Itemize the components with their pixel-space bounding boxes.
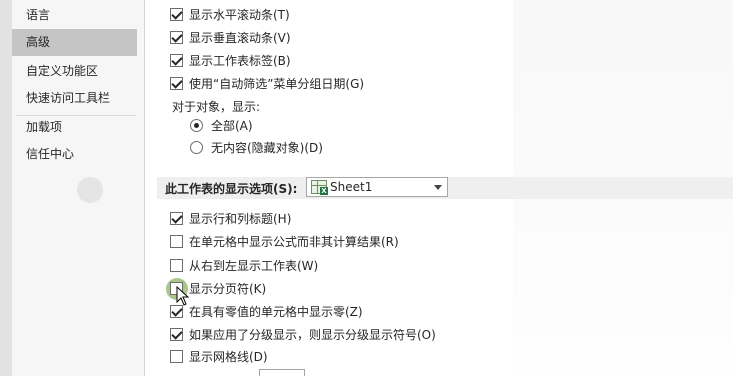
option-show-outline-symbols[interactable]: 如果应用了分级显示，则显示分级显示符号(O) [170,325,436,343]
option-label: 显示分页符(K) [189,281,267,296]
option-label: 从右到左显示工作表(W) [189,258,319,273]
option-label: 在具有零值的单元格中显示零(Z) [189,304,363,319]
radio-button[interactable] [190,118,203,132]
checkbox[interactable] [170,53,183,67]
sidebar-edge [0,0,12,376]
option-label: 使用“自动筛选”菜单分组日期(G) [189,76,365,91]
sidebar-item-customize-ribbon[interactable]: 自定义功能区 [12,58,137,85]
checkbox[interactable] [170,211,183,225]
excel-sheet-icon: X [311,180,328,195]
checkbox[interactable] [170,304,183,318]
checkbox[interactable] [170,327,183,341]
sheet-section-title: 此工作表的显示选项(S): [165,182,298,196]
radio-show-all[interactable]: 全部(A) [190,116,253,134]
background-watermark-icon [60,160,120,220]
sidebar-item-advanced[interactable]: 高级 [12,29,137,56]
option-show-formulas[interactable]: 在单元格中显示公式而非其计算结果(R) [170,232,399,250]
option-right-to-left[interactable]: 从右到左显示工作表(W) [170,256,318,274]
option-show-row-column-headers[interactable]: 显示行和列标题(H) [170,209,291,227]
objects-label: 对于对象，显示: [172,100,261,114]
sidebar-item-quick-access-toolbar[interactable]: 快速访问工具栏 [12,85,137,112]
option-show-gridlines[interactable]: 显示网格线(D) [170,347,268,365]
option-label: 显示水平滚动条(T) [189,7,290,22]
chevron-down-icon[interactable] [434,185,442,190]
sidebar-item-language[interactable]: 语言 [12,2,137,29]
selected-sheet-name: Sheet1 [330,180,373,194]
gridline-color-button[interactable] [259,369,305,376]
option-show-vertical-scrollbar[interactable]: 显示垂直滚动条(V) [170,28,291,46]
sheet-select-dropdown[interactable]: X Sheet1 [306,177,448,197]
radio-hide-objects[interactable]: 无内容(隐藏对象)(D) [190,138,323,156]
option-label: 显示网格线(D) [189,349,268,364]
option-label: 在单元格中显示公式而非其计算结果(R) [189,234,399,249]
sidebar-item-addins[interactable]: 加载项 [12,114,137,141]
option-label: 显示垂直滚动条(V) [189,30,291,45]
checkbox[interactable] [170,76,183,90]
options-sidebar: 语言 高级 自定义功能区 快速访问工具栏 加载项 信任中心 [0,0,145,376]
option-label: 显示行和列标题(H) [189,211,292,226]
radio-label: 全部(A) [211,118,253,133]
radio-label: 无内容(隐藏对象)(D) [211,140,323,155]
checkbox[interactable] [170,349,183,363]
checkbox[interactable] [170,7,183,21]
checkbox[interactable] [170,30,183,44]
option-show-horizontal-scrollbar[interactable]: 显示水平滚动条(T) [170,5,290,23]
radio-button[interactable] [190,140,203,154]
checkbox[interactable] [170,258,183,272]
option-label: 如果应用了分级显示，则显示分级显示符号(O) [189,327,436,342]
mouse-pointer-icon [176,286,190,306]
option-label: 显示工作表标签(B) [189,53,291,68]
option-show-sheet-tabs[interactable]: 显示工作表标签(B) [170,51,291,69]
option-group-dates-autofilter[interactable]: 使用“自动筛选”菜单分组日期(G) [170,74,364,92]
checkbox[interactable] [170,234,183,248]
option-show-zero-values[interactable]: 在具有零值的单元格中显示零(Z) [170,302,363,320]
